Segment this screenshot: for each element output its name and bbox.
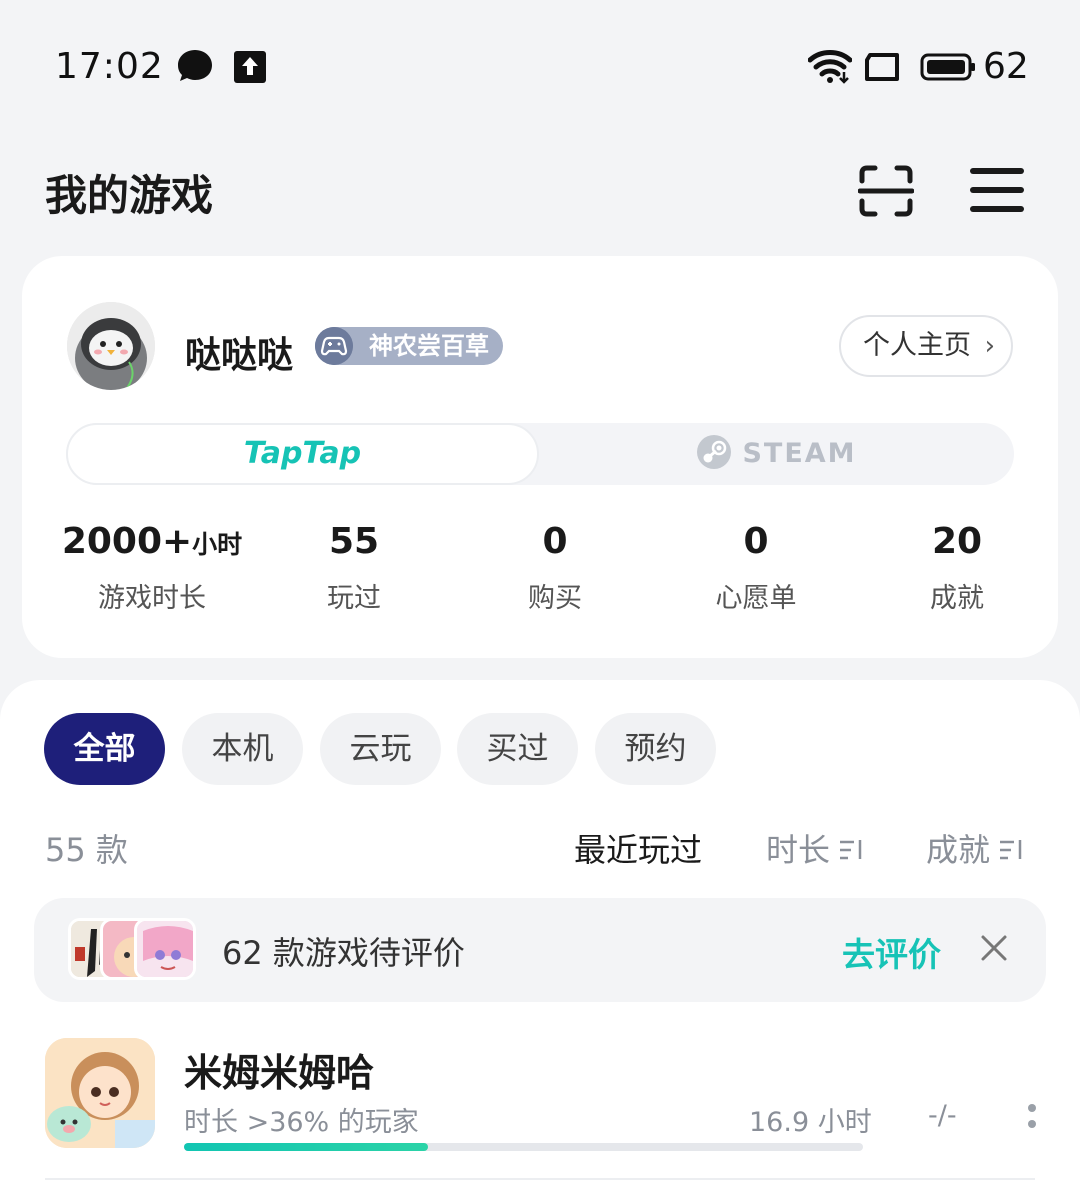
tab-taptap[interactable]: TapTap — [66, 423, 539, 485]
status-time: 17:02 — [55, 46, 164, 87]
filter-all[interactable]: 全部 — [44, 713, 165, 785]
menu-icon[interactable] — [970, 166, 1024, 214]
wifi-icon — [808, 50, 852, 84]
sort-achievement[interactable]: 成就 — [926, 825, 1024, 871]
sort-achievement-label: 成就 — [926, 831, 991, 869]
playtime-progress-bar — [184, 1143, 863, 1151]
sort-recent[interactable]: 最近玩过 — [574, 825, 702, 871]
tab-steam-label: STEAM — [742, 438, 857, 469]
stat-value: 2000+ — [61, 521, 193, 562]
avatar[interactable] — [67, 302, 155, 390]
stat-playtime[interactable]: 2000+小时 游戏时长 — [52, 518, 252, 615]
stat-wishlist[interactable]: 0 心愿单 — [656, 518, 856, 615]
game-count: 55 款 — [45, 831, 128, 869]
status-bar: 17:02 62 — [0, 0, 1080, 130]
stat-value: 0 — [542, 521, 568, 562]
filter-cloud[interactable]: 云玩 — [320, 713, 441, 785]
stat-label: 成就 — [930, 583, 984, 614]
profile-card: 哒哒哒 神农尝百草 个人主页 › TapTap STEAM 2000+小时 游戏… — [22, 256, 1058, 658]
stat-value: 20 — [931, 521, 983, 562]
game-cover[interactable] — [45, 1038, 155, 1148]
title-badge-label: 神农尝百草 — [369, 332, 489, 360]
pending-review-text: 62 款游戏待评价 — [222, 934, 465, 972]
game-playtime: 16.9 小时 — [749, 1107, 872, 1138]
stat-label: 心愿单 — [715, 583, 797, 614]
stat-label: 玩过 — [327, 583, 381, 614]
row-divider — [45, 1178, 1035, 1180]
username: 哒哒哒 — [185, 335, 294, 376]
stat-unit: 小时 — [192, 530, 243, 559]
scan-icon[interactable] — [858, 165, 914, 217]
gamepad-icon — [315, 327, 353, 365]
game-list-panel: 全部 本机 云玩 买过 预约 55 款 最近玩过 时长 成就 62 款游戏待评价… — [0, 680, 1080, 1192]
stat-purchased[interactable]: 0 购买 — [455, 518, 655, 615]
stat-value: 55 — [328, 521, 380, 562]
title-badge[interactable]: 神农尝百草 — [315, 327, 503, 365]
close-icon[interactable] — [980, 934, 1008, 962]
filter-bought[interactable]: 买过 — [457, 713, 578, 785]
sort-icon — [840, 840, 862, 860]
steam-logo-icon — [697, 434, 732, 469]
pending-review-bar[interactable]: 62 款游戏待评价 去评价 — [34, 898, 1046, 1002]
stat-label: 购买 — [528, 583, 582, 614]
profile-page-button[interactable]: 个人主页 › — [839, 315, 1013, 377]
filter-reserved[interactable]: 预约 — [595, 713, 716, 785]
sort-icon — [1000, 840, 1022, 860]
page-title: 我的游戏 — [45, 171, 214, 220]
game-name: 米姆米姆哈 — [184, 1051, 375, 1095]
chat-bubble-icon — [178, 50, 212, 81]
game-thumbnail — [134, 918, 196, 980]
platform-switch: TapTap STEAM — [66, 423, 1014, 485]
sort-duration-label: 时长 — [766, 831, 831, 869]
game-playtime-rank: 时长 >36% 的玩家 — [184, 1107, 419, 1138]
filter-local[interactable]: 本机 — [182, 713, 303, 785]
more-options-icon[interactable] — [1026, 1102, 1038, 1132]
upload-icon — [234, 51, 266, 83]
stats-row: 2000+小时 游戏时长 55 玩过 0 购买 0 心愿单 20 成就 — [22, 518, 1058, 618]
battery-icon — [920, 53, 975, 81]
battery-level: 62 — [983, 46, 1029, 87]
stat-played[interactable]: 55 玩过 — [254, 518, 454, 615]
tab-steam[interactable]: STEAM — [539, 423, 1014, 485]
game-row[interactable]: 米姆米姆哈 时长 >36% 的玩家 16.9 小时 -/- — [0, 1034, 1080, 1184]
penguin-avatar-image — [67, 302, 155, 390]
profile-button-label: 个人主页 — [863, 330, 971, 361]
screen-cast-icon — [865, 53, 899, 81]
stat-achievements[interactable]: 20 成就 — [857, 518, 1057, 615]
stat-label: 游戏时长 — [98, 583, 206, 614]
playtime-progress-fill — [184, 1143, 429, 1151]
chevron-right-icon: › — [984, 331, 995, 361]
game-rating: -/- — [928, 1100, 957, 1131]
go-review-link[interactable]: 去评价 — [842, 928, 941, 976]
my-games-page: 17:02 62 我的游戏 哒哒哒 神农尝百草 个人主页 › TapTap ST… — [0, 0, 1080, 1192]
sort-duration[interactable]: 时长 — [766, 825, 864, 871]
stat-value: 0 — [743, 521, 769, 562]
